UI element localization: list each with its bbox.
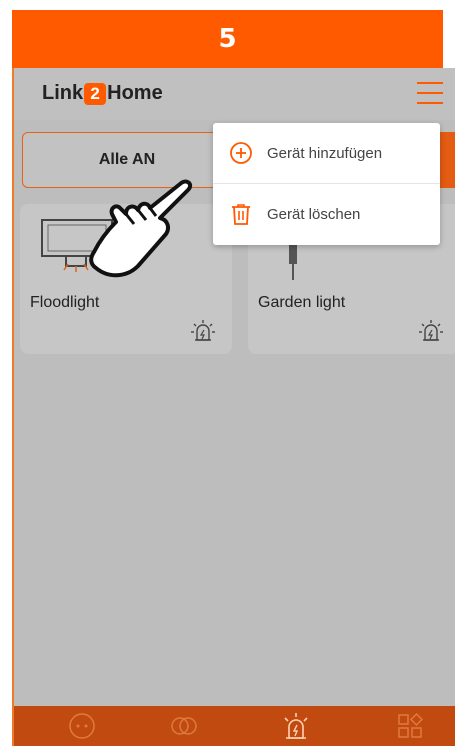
- logo-prefix: Link: [42, 82, 84, 104]
- device-name: Garden light: [258, 294, 346, 311]
- all-on-label: Alle AN: [98, 151, 156, 168]
- hamburger-menu-icon[interactable]: [417, 82, 443, 104]
- alarm-light-icon[interactable]: [190, 318, 216, 344]
- step-banner: 5: [12, 10, 443, 68]
- trash-icon: [232, 204, 250, 225]
- add-device-menu-item[interactable]: Gerät hinzufügen: [213, 123, 440, 183]
- add-circle-icon: [230, 142, 252, 164]
- pointing-hand-icon: [89, 179, 193, 278]
- delete-device-menu-item[interactable]: Gerät löschen: [213, 184, 440, 244]
- smiley-icon[interactable]: [66, 710, 98, 742]
- context-menu: Gerät hinzufügen Gerät löschen: [213, 123, 440, 245]
- alarm-light-icon[interactable]: [280, 710, 312, 742]
- add-device-label: Gerät hinzufügen: [267, 144, 383, 162]
- link-rings-icon[interactable]: [168, 710, 200, 742]
- bottom-nav: [14, 706, 455, 746]
- app-logo: Link 2 Home: [42, 82, 163, 105]
- app-header: Link 2 Home: [14, 68, 455, 120]
- step-number: 5: [218, 24, 237, 54]
- delete-device-label: Gerät löschen: [267, 205, 361, 223]
- device-name: Floodlight: [30, 294, 100, 311]
- grid-icon[interactable]: [394, 710, 426, 742]
- alarm-light-icon[interactable]: [418, 318, 444, 344]
- logo-digit: 2: [84, 82, 107, 105]
- logo-suffix: Home: [107, 82, 163, 104]
